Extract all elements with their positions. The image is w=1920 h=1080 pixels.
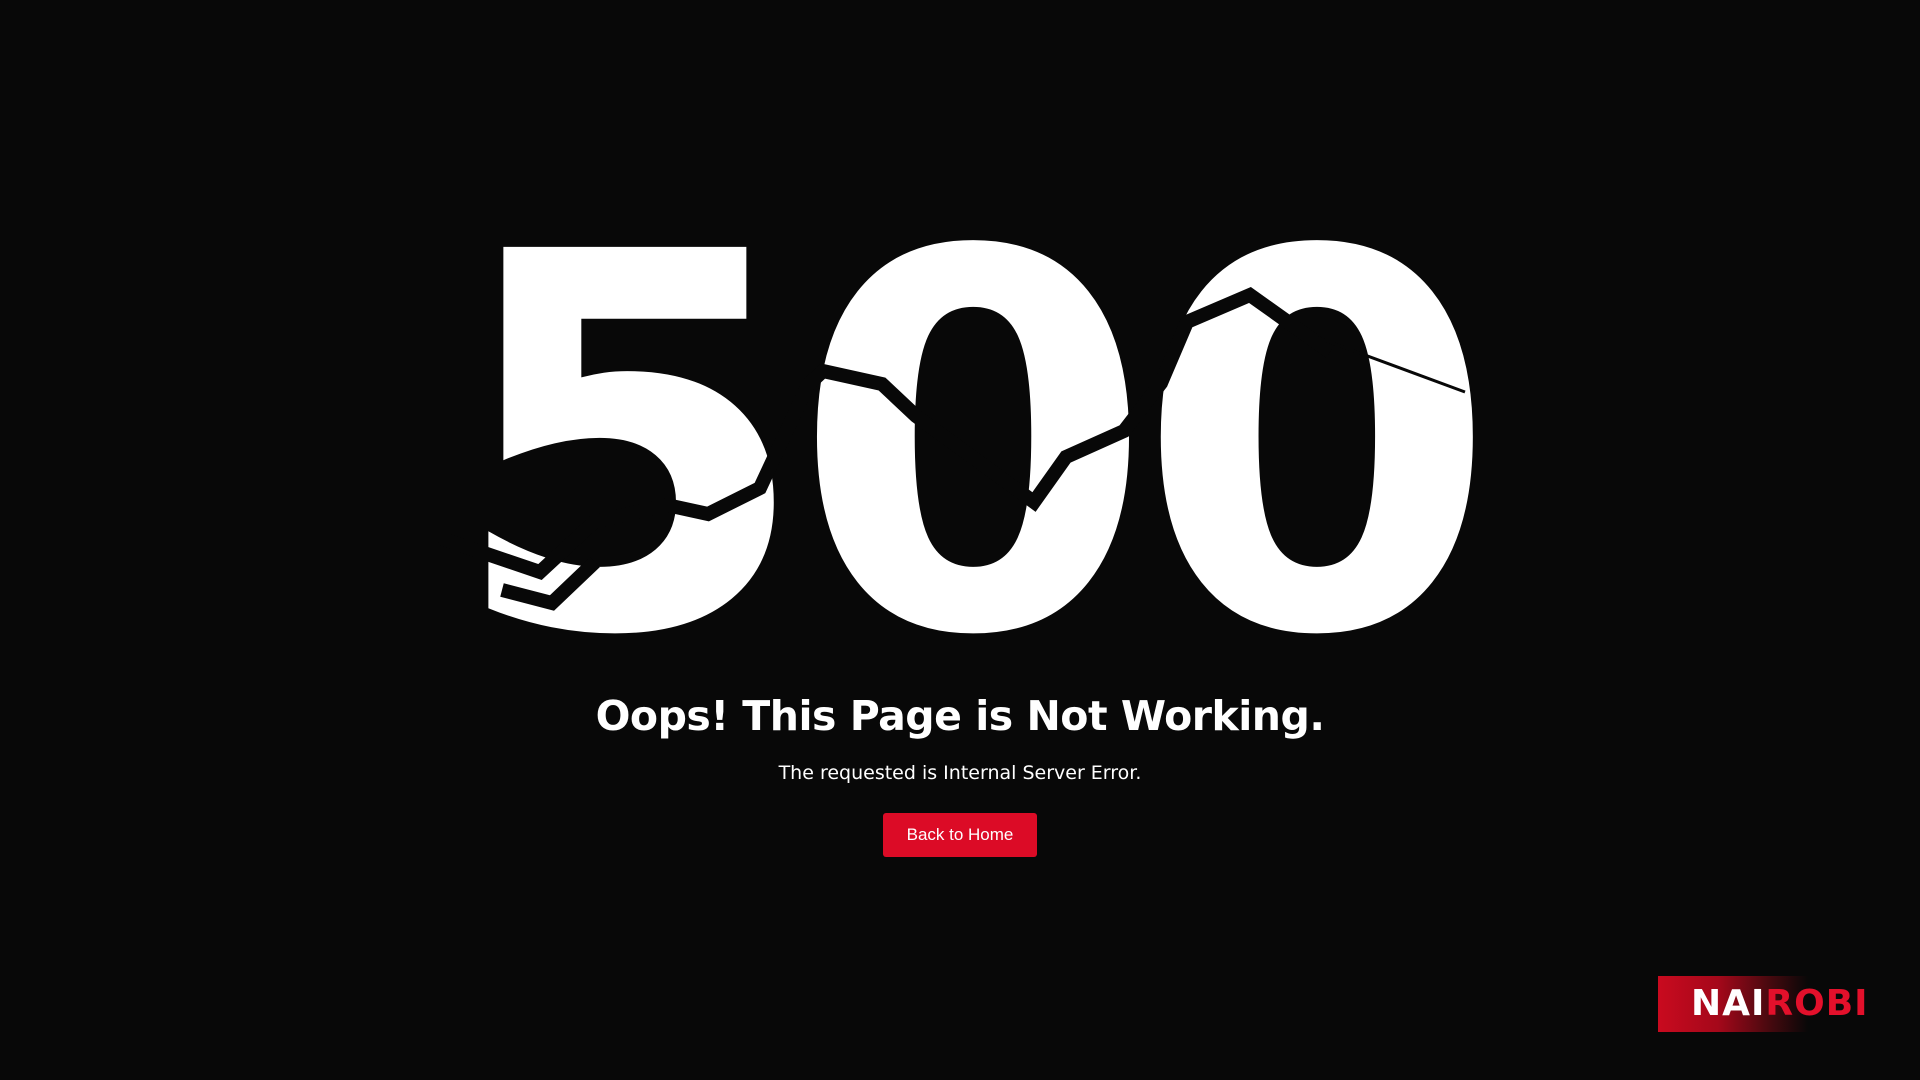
logo-text: NAIROBI [1691, 984, 1869, 1024]
error-headline: Oops! This Page is Not Working. [595, 692, 1325, 740]
brand-logo[interactable]: NAIROBI [1658, 976, 1868, 1032]
logo-text-red: ROBI [1765, 983, 1869, 1024]
error-code: 500 [448, 143, 1479, 700]
logo-text-white: NAI [1691, 983, 1766, 1024]
error-message: The requested is Internal Server Error. [778, 762, 1142, 784]
back-to-home-button[interactable]: Back to Home [883, 813, 1037, 857]
error-code-graphic: 500 [437, 143, 1498, 700]
